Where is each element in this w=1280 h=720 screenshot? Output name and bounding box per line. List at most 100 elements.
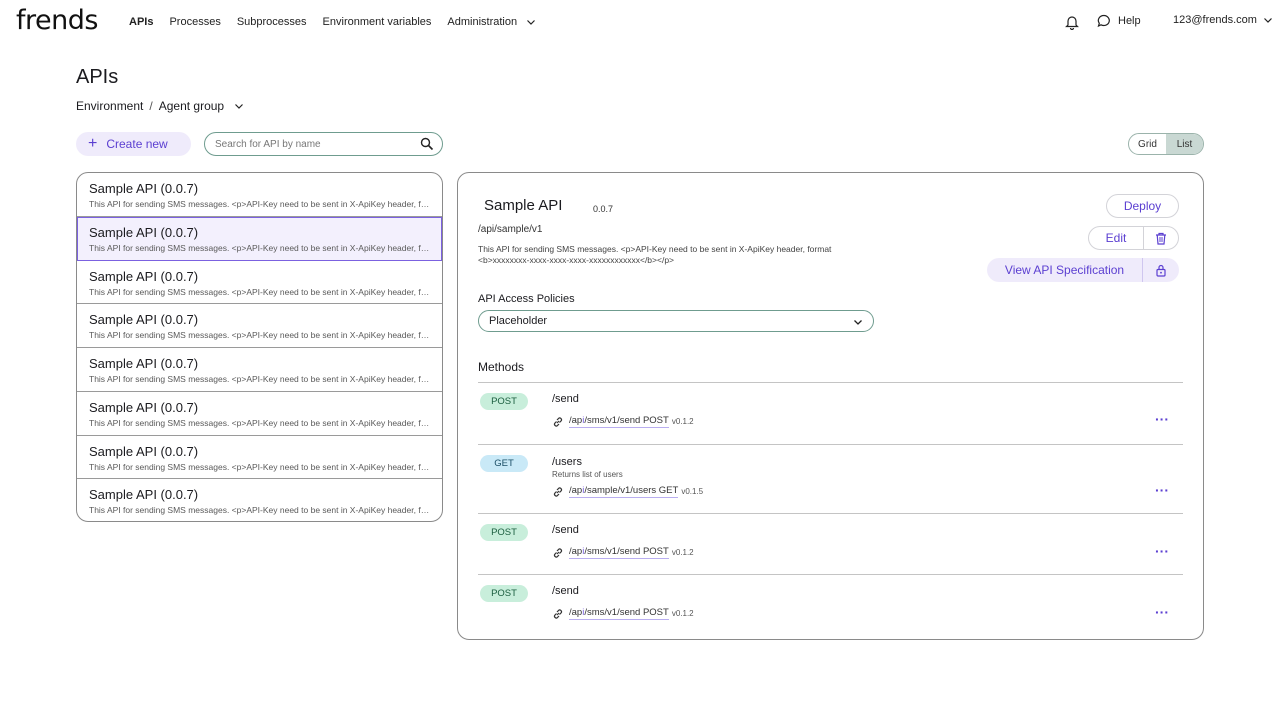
breadcrumb-separator: / — [149, 99, 153, 113]
chevron-down-icon — [527, 20, 536, 25]
search-box — [204, 132, 443, 156]
chevron-down-icon — [235, 104, 244, 109]
api-item-description: This API for sending SMS messages. <p>AP… — [89, 505, 430, 516]
nav-item-subprocesses[interactable]: Subprocesses — [237, 16, 307, 28]
link-suffix: /sms/v1/send POST — [584, 607, 669, 618]
environment-selector[interactable]: Environment / Agent group — [76, 99, 244, 113]
method-path: /send — [552, 393, 579, 405]
nav-item-apis[interactable]: APIs — [129, 16, 153, 28]
method-row: POST /send /api/sms/v1/send POST v0.1.2 … — [478, 382, 1183, 444]
create-new-label: Create new — [106, 137, 168, 151]
methods-heading: Methods — [478, 360, 525, 374]
link-prefix: /ap — [569, 415, 583, 426]
api-item-name: Sample API (0.0.7) — [89, 443, 199, 459]
view-list-button[interactable]: List — [1166, 134, 1203, 154]
notifications-button[interactable] — [1065, 14, 1079, 30]
link-icon — [553, 416, 563, 427]
link-suffix: /sample/v1/users GET — [584, 485, 679, 496]
more-options-icon[interactable]: ··· — [1155, 543, 1169, 559]
breadcrumb-environment: Environment — [76, 99, 144, 113]
plus-icon: + — [88, 135, 98, 152]
help-label: Help — [1118, 15, 1141, 27]
edit-button-group: Edit — [1088, 226, 1179, 250]
link-icon — [553, 608, 563, 619]
chat-bubble-icon — [1097, 14, 1110, 28]
method-verb-badge: GET — [480, 455, 528, 472]
link-icon — [553, 547, 563, 558]
more-options-icon[interactable]: ··· — [1155, 411, 1169, 427]
method-row: POST /send /api/sms/v1/send POST v0.1.2 … — [478, 574, 1183, 636]
method-row: POST /send /api/sms/v1/send POST v0.1.2 … — [478, 513, 1183, 575]
api-list-item[interactable]: Sample API (0.0.7) This API for sending … — [77, 392, 442, 436]
method-description: Returns list of users — [552, 470, 623, 479]
api-list-item[interactable]: Sample API (0.0.7) This API for sending … — [77, 348, 442, 392]
api-list-item[interactable]: Sample API (0.0.7) This API for sending … — [77, 261, 442, 305]
search-input[interactable] — [215, 138, 415, 150]
api-item-name: Sample API (0.0.7) — [89, 181, 199, 196]
api-item-name: Sample API (0.0.7) — [89, 312, 199, 328]
method-link-text: /api/sample/v1/users GET — [569, 485, 679, 498]
user-email: 123@frends.com — [1173, 14, 1257, 26]
api-list-item-selected[interactable]: Sample API (0.0.7) This API for sending … — [77, 216, 442, 261]
api-detail-panel: Sample API 0.0.7 /api/sample/v1 This API… — [457, 172, 1204, 640]
nav-item-environment-variables[interactable]: Environment variables — [323, 16, 432, 28]
lock-button[interactable] — [1143, 258, 1179, 282]
method-version: v0.1.2 — [671, 609, 694, 618]
api-title: Sample API — [484, 197, 563, 214]
frends-logo[interactable]: frends — [16, 5, 98, 36]
method-link[interactable]: /api/sms/v1/send POST v0.1.2 — [552, 546, 694, 559]
nav-item-processes[interactable]: Processes — [169, 16, 220, 28]
method-link[interactable]: /api/sms/v1/send POST v0.1.2 — [552, 415, 694, 428]
method-row: GET /users Returns list of users /api/sa… — [478, 444, 1183, 514]
more-options-icon[interactable]: ··· — [1155, 482, 1169, 498]
create-new-button[interactable]: + Create new — [76, 132, 191, 156]
api-spec-button-group: View API Specification — [987, 258, 1179, 282]
api-item-description: This API for sending SMS messages. <p>AP… — [89, 286, 430, 297]
link-suffix: /sms/v1/send POST — [584, 546, 669, 557]
method-link[interactable]: /api/sample/v1/users GET v0.1.5 — [552, 485, 703, 498]
api-access-policies-label: API Access Policies — [478, 293, 575, 305]
method-link[interactable]: /api/sms/v1/send POST v0.1.2 — [552, 607, 694, 620]
deploy-button[interactable]: Deploy — [1106, 194, 1179, 218]
method-link-text: /api/sms/v1/send POST — [569, 415, 669, 428]
api-access-policies-select[interactable]: Placeholder — [478, 310, 874, 332]
method-verb-badge: POST — [480, 585, 528, 602]
method-version: v0.1.2 — [671, 548, 694, 557]
search-icon[interactable] — [420, 137, 434, 151]
more-options-icon[interactable]: ··· — [1155, 604, 1169, 620]
view-api-specification-button[interactable]: View API Specification — [987, 258, 1143, 282]
link-suffix: /sms/v1/send POST — [584, 415, 669, 426]
bell-icon — [1065, 16, 1079, 30]
delete-button[interactable] — [1144, 227, 1178, 249]
api-item-description: This API for sending SMS messages. <p>AP… — [89, 461, 430, 472]
method-link-text: /api/sms/v1/send POST — [569, 607, 669, 620]
link-prefix: /ap — [569, 546, 583, 557]
api-item-name: Sample API (0.0.7) — [89, 399, 199, 415]
page-title: APIs — [76, 66, 119, 88]
main-nav: APIs Processes Subprocesses Environment … — [129, 16, 552, 28]
api-item-name: Sample API (0.0.7) — [89, 487, 199, 503]
chevron-down-icon — [854, 320, 862, 325]
api-list: Sample API (0.0.7) This API for sending … — [76, 172, 443, 522]
chevron-down-icon — [1264, 18, 1272, 23]
link-icon — [553, 486, 563, 497]
top-navigation: frends APIs Processes Subprocesses Envir… — [0, 0, 1280, 46]
link-prefix: /ap — [569, 607, 583, 618]
api-item-description: This API for sending SMS messages. <p>AP… — [89, 374, 430, 384]
user-menu[interactable]: 123@frends.com — [1173, 14, 1273, 26]
edit-button[interactable]: Edit — [1089, 227, 1144, 249]
method-path: /send — [552, 585, 579, 597]
trash-icon — [1156, 232, 1166, 245]
api-list-item[interactable]: Sample API (0.0.7) This API for sending … — [77, 304, 442, 348]
api-list-item[interactable]: Sample API (0.0.7) This API for sending … — [77, 173, 442, 217]
help-button[interactable]: Help — [1097, 14, 1141, 28]
api-base-path: /api/sample/v1 — [478, 224, 543, 235]
api-list-item[interactable]: Sample API (0.0.7) This API for sending … — [77, 479, 442, 521]
view-grid-button[interactable]: Grid — [1129, 134, 1166, 154]
api-item-name: Sample API (0.0.7) — [89, 224, 199, 240]
api-list-item[interactable]: Sample API (0.0.7) This API for sending … — [77, 436, 442, 480]
api-description: This API for sending SMS messages. <p>AP… — [478, 244, 832, 265]
api-item-description: This API for sending SMS messages. <p>AP… — [89, 242, 430, 253]
nav-item-administration[interactable]: Administration — [447, 16, 536, 28]
breadcrumb-agent-group: Agent group — [158, 99, 225, 113]
